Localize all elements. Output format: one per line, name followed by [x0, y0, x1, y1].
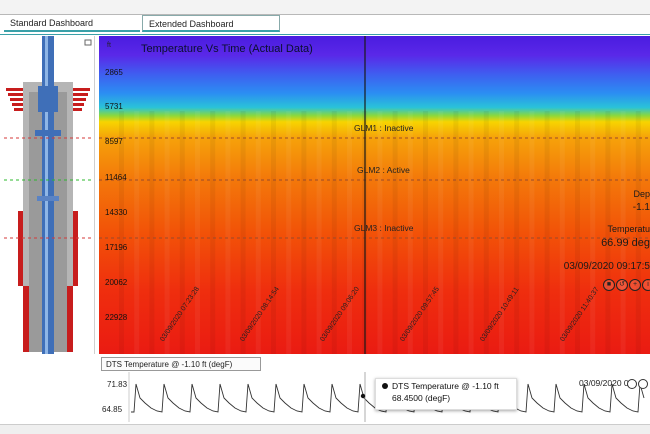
readout-depth-value: -1.1 [632, 202, 650, 213]
casing-flange-right [73, 88, 90, 111]
glm1-label: GLM1 : Inactive [354, 123, 414, 133]
casing-flange-left [6, 88, 23, 111]
trend-settings-icon[interactable] [638, 379, 648, 389]
glm2-label: GLM2 : Active [357, 165, 410, 175]
restore-icon[interactable] [84, 39, 92, 46]
tubing-hanger [38, 86, 58, 112]
tab-standard-dashboard[interactable]: Standard Dashboard [4, 15, 140, 32]
trend-hover-point [360, 393, 366, 399]
window-top-bar [0, 0, 650, 15]
readout-depth-label: Dep [633, 189, 650, 199]
depth-tick: 20062 [105, 278, 128, 287]
depth-tick: 5731 [105, 102, 123, 111]
tooltip-series: DTS Temperature @ -1.10 ft [392, 381, 499, 391]
depth-tick: 8597 [105, 137, 123, 146]
depth-tick: 17196 [105, 243, 128, 252]
glm3-label: GLM3 : Inactive [354, 223, 414, 233]
trend-panel[interactable]: 71.83 64.85 DTS Temperature @ -1.10 ft 6… [99, 372, 650, 422]
depth-tick: 2865 [105, 68, 123, 77]
info-icon[interactable]: i [642, 279, 650, 291]
reset-icon[interactable]: ↺ [616, 279, 628, 291]
packer [35, 130, 61, 136]
well-schematic [4, 36, 94, 354]
readout-timestamp: 03/09/2020 09:17:5 [563, 261, 650, 272]
chart-title: Temperature Vs Time (Actual Data) [141, 43, 313, 55]
readout-temp-label: Temperatu [607, 224, 650, 234]
trend-y-max: 71.83 [107, 380, 128, 389]
well-schematic-panel [4, 36, 95, 354]
trend-camera-icon[interactable] [627, 379, 637, 389]
trend-tab[interactable]: DTS Temperature @ -1.10 ft (degF) [101, 357, 261, 371]
trend-tooltip: DTS Temperature @ -1.10 ft 68.4500 (degF… [375, 378, 517, 410]
depth-tick: 14330 [105, 208, 128, 217]
heatmap-panel[interactable]: Temperature Vs Time (Actual Data) ft 286… [99, 36, 650, 354]
depth-tick: 11464 [105, 173, 127, 182]
depth-unit: ft [107, 42, 111, 49]
tab-separator [0, 34, 650, 35]
trend-y-min: 64.85 [102, 405, 123, 414]
depth-tick: 22928 [105, 313, 128, 322]
tab-extended-dashboard[interactable]: Extended Dashboard [142, 15, 280, 32]
zoom-icon[interactable]: + [629, 279, 641, 291]
readout-temp-value: 66.99 deg [601, 237, 650, 249]
series-dot-icon [382, 383, 388, 389]
tooltip-value: 68.4500 (degF) [392, 393, 451, 403]
camera-icon[interactable]: ■ [603, 279, 615, 291]
